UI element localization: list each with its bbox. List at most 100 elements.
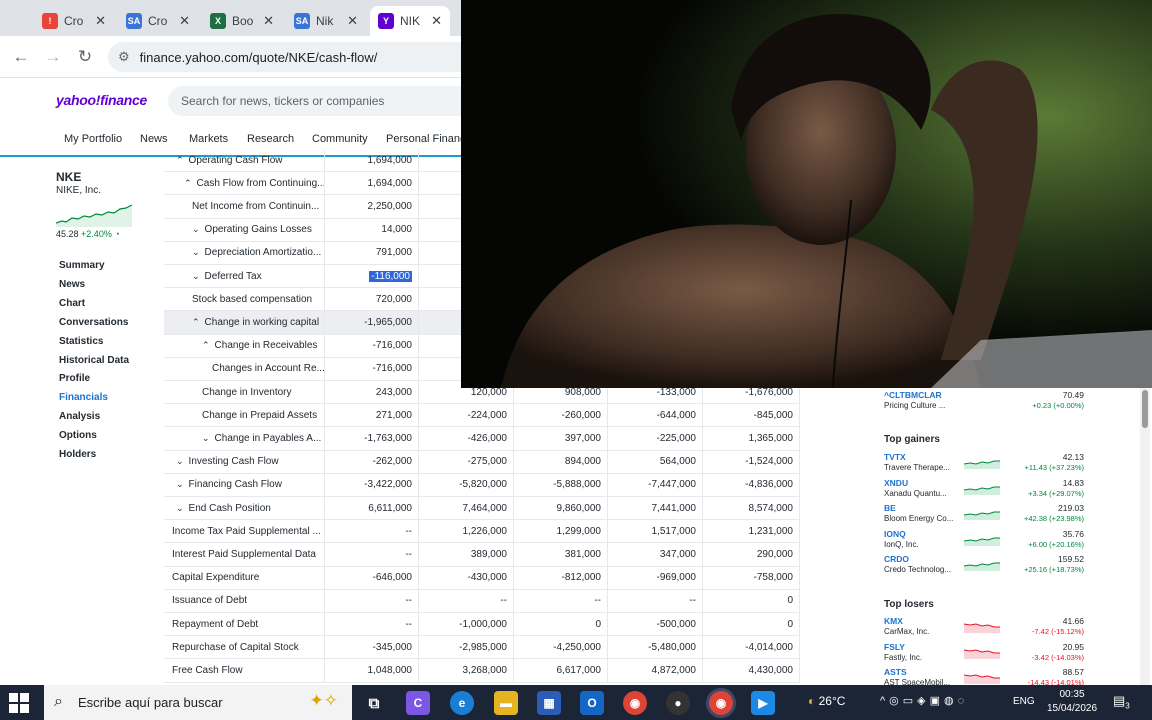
value-cell: 2,250,000 [325, 195, 419, 218]
table-row[interactable]: Income Tax Paid Supplemental ... -- 1,226,… [164, 520, 800, 544]
list-item[interactable]: KMX CarMax, Inc. 41.66 -7.42 (-15.12%) [884, 616, 1084, 641]
table-row[interactable]: ⌄ End Cash Position 6,611,000 7,464,000 9,86… [164, 497, 800, 521]
file-explorer-icon[interactable]: ▬ [494, 691, 518, 715]
yahoo-finance-logo[interactable]: yahoo!finance [56, 92, 147, 108]
table-row[interactable]: Issuance of Debt -- -- -- -- 0 [164, 589, 800, 613]
close-icon[interactable]: ✕ [179, 13, 190, 29]
edge-icon[interactable]: e [450, 691, 474, 715]
browser-tab[interactable]: Y NIK ✕ [370, 6, 450, 36]
taskbar-search[interactable]: ⌕ Escribe aquí para buscar ✦✧ [44, 685, 352, 720]
sidebar-item-financials[interactable]: Financials [59, 392, 108, 403]
browser-tab[interactable]: SA Nik ✕ [286, 6, 366, 36]
value-cell: -5,888,000 [514, 473, 608, 496]
chrome-active-icon[interactable]: ◉ [709, 691, 733, 715]
sidebar-item-summary[interactable]: Summary [59, 260, 105, 271]
chrome-icon[interactable]: ◉ [623, 691, 647, 715]
cell-value: -260,000 [561, 409, 601, 421]
table-row[interactable]: ⌄ Change in Payables A... -1,763,000 -426,0… [164, 427, 800, 451]
scrollbar-thumb[interactable] [1142, 390, 1148, 428]
chevron-up-icon[interactable]: ⌃ [176, 155, 184, 166]
nav-news[interactable]: News [140, 133, 168, 145]
browser-tab[interactable]: ! Cro ✕ [34, 6, 114, 36]
task-view-icon[interactable]: ⧉ [362, 691, 386, 715]
value-cell: 0 [703, 589, 800, 612]
sidebar-item-conversations[interactable]: Conversations [59, 317, 128, 328]
windows-start-icon[interactable] [8, 692, 30, 714]
chevron-up-icon[interactable]: ⌃ [184, 178, 192, 189]
value-cell: 6,611,000 [325, 497, 419, 520]
chevron-down-icon[interactable]: ⌄ [192, 271, 200, 282]
sidebar-item-profile[interactable]: Profile [59, 373, 90, 384]
browser-tab[interactable]: SA Cro ✕ [118, 6, 198, 36]
close-icon[interactable]: ✕ [95, 13, 106, 29]
url-text: finance.yahoo.com/quote/NKE/cash-flow/ [139, 49, 378, 65]
cell-value: 7,441,000 [651, 502, 697, 514]
chevron-down-icon[interactable]: ⌄ [202, 433, 210, 444]
top-losers-title[interactable]: Top losers [884, 599, 934, 610]
copilot-icon[interactable]: C [406, 691, 430, 715]
table-row[interactable]: Capital Expenditure -646,000 -430,000 -812,… [164, 566, 800, 590]
forward-icon[interactable]: → [40, 44, 66, 70]
nav-personal-finance[interactable]: Personal Finance [386, 133, 472, 145]
table-row[interactable]: Free Cash Flow 1,048,000 3,268,000 6,617,00… [164, 659, 800, 683]
chevron-up-icon[interactable]: ⌃ [202, 340, 210, 351]
table-row[interactable]: Change in Prepaid Assets 271,000 -224,000 -… [164, 404, 800, 428]
media-player-icon[interactable]: ▶ [751, 691, 775, 715]
reload-icon[interactable]: ↻ [72, 44, 98, 70]
close-icon[interactable]: ✕ [347, 13, 358, 29]
symbol: BE [884, 503, 896, 513]
list-item[interactable]: FSLY Fastly, Inc. 20.95 -3.42 (-14.03%) [884, 642, 1084, 667]
sidebar-item-analysis[interactable]: Analysis [59, 411, 100, 422]
tab-label: Nik [316, 14, 334, 28]
language-indicator[interactable]: ENG [1013, 696, 1035, 707]
nav-community[interactable]: Community [312, 133, 368, 145]
list-item[interactable]: IONQ IonQ, Inc. 35.76 +6.00 (+20.16%) [884, 529, 1084, 554]
page-scrollbar[interactable] [1140, 388, 1150, 685]
close-icon[interactable]: ✕ [263, 13, 274, 29]
value-cell: 1,694,000 [325, 172, 419, 195]
chevron-down-icon[interactable]: ⌄ [176, 456, 184, 467]
list-item[interactable]: ^CLTBMCLAR Pricing Culture ... 70.49 +0.… [884, 390, 1084, 415]
top-gainers-title[interactable]: Top gainers [884, 434, 940, 445]
sidebar-item-holders[interactable]: Holders [59, 449, 96, 460]
nav-my-portfolio[interactable]: My Portfolio [64, 133, 122, 145]
system-tray[interactable]: ^◎▭◈▣◍◌ [880, 694, 968, 707]
list-item[interactable]: TVTX Travere Therape... 42.13 +11.43 (+37.2… [884, 452, 1084, 477]
temperature: 26°C [818, 694, 846, 708]
nav-research[interactable]: Research [247, 133, 294, 145]
back-icon[interactable]: ← [8, 44, 34, 70]
table-row[interactable]: ⌄ Financing Cash Flow -3,422,000 -5,820,000… [164, 473, 800, 497]
store-icon[interactable]: ▦ [537, 691, 561, 715]
nav-markets[interactable]: Markets [189, 133, 228, 145]
chevron-up-icon[interactable]: ⌃ [192, 317, 200, 328]
chevron-down-icon[interactable]: ⌄ [192, 224, 200, 235]
sidebar-item-statistics[interactable]: Statistics [59, 336, 103, 347]
table-row[interactable]: Repayment of Debt -- -1,000,000 0 -500,000 0 [164, 613, 800, 637]
list-item[interactable]: XNDU Xanadu Quantu... 14.83 +3.34 (+29.07%) [884, 478, 1084, 503]
row-label: Financing Cash Flow [188, 479, 282, 491]
outlook-icon[interactable]: O [580, 691, 604, 715]
sidebar-item-news[interactable]: News [59, 279, 85, 290]
notification-icon[interactable]: ▤3 [1113, 693, 1135, 713]
chevron-down-icon[interactable]: ⌄ [176, 503, 184, 514]
list-item[interactable]: CRDO Credo Technolog... 159.52 +25.16 (+18.… [884, 554, 1084, 579]
taskbar-clock[interactable]: 00:35 15/04/2026 [1046, 688, 1098, 716]
table-row[interactable]: Repurchase of Capital Stock -345,000 -2,98… [164, 636, 800, 660]
ticker-symbol[interactable]: NKE [56, 170, 81, 184]
site-info-icon[interactable]: ⚙ [118, 49, 130, 65]
close-icon[interactable]: ✕ [431, 13, 442, 29]
chevron-down-icon[interactable]: ⌄ [176, 479, 184, 490]
sidebar-item-chart[interactable]: Chart [59, 298, 85, 309]
sidebar-item-options[interactable]: Options [59, 430, 97, 441]
weather-widget[interactable]: ◐ 26°C [808, 694, 845, 708]
chevron-down-icon[interactable]: ⌄ [192, 247, 200, 258]
list-item[interactable]: BE Bloom Energy Co... 219.03 +42.38 (+23.98… [884, 503, 1084, 528]
table-row[interactable]: Interest Paid Supplemental Data -- 389,000… [164, 543, 800, 567]
tray-icons[interactable]: ◎▭◈▣◍◌ [889, 695, 968, 707]
sidebar-item-historical-data[interactable]: Historical Data [59, 355, 129, 366]
table-row[interactable]: ⌄ Investing Cash Flow -262,000 -275,000 894,… [164, 450, 800, 474]
value-cell: -812,000 [514, 566, 608, 589]
obs-icon[interactable]: ● [666, 691, 690, 715]
browser-tab[interactable]: X Boo ✕ [202, 6, 282, 36]
chevron-up-icon[interactable]: ^ [880, 695, 889, 707]
